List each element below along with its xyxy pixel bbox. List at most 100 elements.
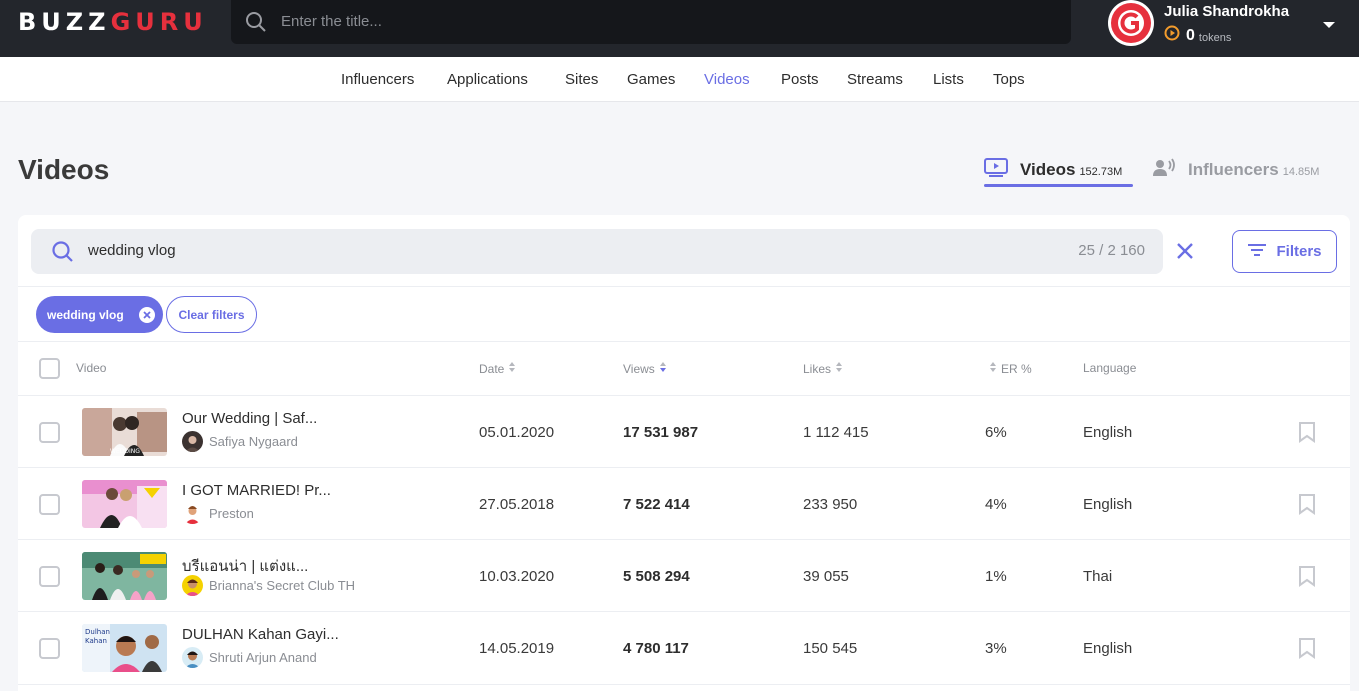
logo[interactable]: BUZZGURU <box>18 9 208 35</box>
table-row[interactable]: I GOT MARRIED! Pr... Preston 27.05.2018 … <box>18 467 1350 539</box>
table-row[interactable]: Dulhan Kahan DULHAN Kahan Gayi... Shruti … <box>18 611 1350 683</box>
filter-icon <box>1247 242 1267 262</box>
channel-name[interactable]: Preston <box>209 506 254 521</box>
column-header-views[interactable]: Views <box>623 361 667 376</box>
clear-search-icon[interactable] <box>1174 240 1196 267</box>
video-thumbnail[interactable] <box>82 552 167 600</box>
channel-avatar[interactable] <box>182 647 203 668</box>
user-avatar[interactable] <box>1108 0 1154 46</box>
column-views-label: Views <box>623 361 655 376</box>
bookmark-icon[interactable] <box>1298 421 1316 448</box>
nav-influencers[interactable]: Influencers <box>341 71 414 88</box>
channel-name[interactable]: Brianna's Secret Club TH <box>209 578 355 593</box>
table-row[interactable]: บรีแอนน่า | แต่งแ... Brianna's Secret Cl… <box>18 539 1350 611</box>
row-checkbox[interactable] <box>39 566 60 587</box>
search-icon <box>245 11 267 38</box>
sort-icon <box>508 361 516 376</box>
chevron-down-icon[interactable] <box>1322 17 1336 35</box>
cell-likes: 150 545 <box>803 640 858 657</box>
tab-videos-count: 152.73M <box>1079 166 1123 178</box>
column-header-er[interactable]: ER % <box>989 361 1032 376</box>
column-likes-label: Likes <box>803 361 832 376</box>
tokens-balance[interactable]: 0 tokens <box>1164 25 1231 46</box>
select-all-checkbox[interactable] <box>39 358 60 379</box>
video-title[interactable]: Our Wedding | Saf... <box>182 410 317 427</box>
nav-streams[interactable]: Streams <box>847 71 903 88</box>
row-checkbox[interactable] <box>39 494 60 515</box>
tab-influencers-label: Influencers <box>1188 160 1279 179</box>
cell-language: Thai <box>1083 568 1113 585</box>
table-row[interactable]: WEDDING Our Wedding | Saf... Safiya Nyga… <box>18 395 1350 467</box>
column-date-label: Date <box>479 361 505 376</box>
user-name[interactable]: Julia Shandrokha <box>1164 3 1289 20</box>
cell-likes: 1 112 415 <box>803 424 869 441</box>
column-header-date[interactable]: Date <box>479 361 516 376</box>
nav-posts[interactable]: Posts <box>781 71 819 88</box>
cell-language: English <box>1083 640 1133 657</box>
logo-text-guru: GURU <box>110 8 208 36</box>
nav-games[interactable]: Games <box>627 71 675 88</box>
sort-icon <box>835 361 843 376</box>
column-header-likes[interactable]: Likes <box>803 361 843 376</box>
sort-icon <box>989 361 997 376</box>
video-thumbnail[interactable]: WEDDING <box>82 408 167 456</box>
row-checkbox[interactable] <box>39 422 60 443</box>
page-title: Videos <box>18 154 110 185</box>
cell-date: 05.01.2020 <box>479 424 555 441</box>
cell-er: 3% <box>985 640 1007 657</box>
search-icon <box>51 240 75 269</box>
video-title[interactable]: บรีแอนน่า | แต่งแ... <box>182 554 308 578</box>
cell-date: 27.05.2018 <box>479 496 555 513</box>
logo-text-buzz: BUZZ <box>18 8 111 36</box>
video-title[interactable]: DULHAN Kahan Gayi... <box>182 626 339 643</box>
top-bar: BUZZGURU Enter the title... Julia Shandr… <box>0 0 1359 57</box>
nav-applications[interactable]: Applications <box>447 71 528 88</box>
video-thumbnail[interactable]: Dulhan Kahan <box>82 624 167 672</box>
tab-influencers[interactable]: Influencers 14.85M <box>1152 155 1319 180</box>
filter-chip[interactable]: wedding vlog <box>36 296 163 333</box>
cell-er: 6% <box>985 424 1007 441</box>
cell-language: English <box>1083 496 1133 513</box>
remove-chip-icon[interactable] <box>138 306 155 323</box>
column-header-video: Video <box>76 361 106 375</box>
cell-views: 17 531 987 <box>623 424 699 441</box>
bookmark-icon[interactable] <box>1298 493 1316 520</box>
video-search-input[interactable]: wedding vlog 25 / 2 160 <box>31 229 1163 274</box>
column-header-language: Language <box>1083 361 1136 375</box>
channel-name[interactable]: Shruti Arjun Anand <box>209 650 317 665</box>
svg-text:Dulhan: Dulhan <box>85 628 110 636</box>
cell-date: 10.03.2020 <box>479 568 555 585</box>
influencer-icon <box>1152 158 1176 183</box>
video-thumbnail[interactable] <box>82 480 167 528</box>
column-video-label: Video <box>76 361 107 375</box>
bookmark-icon[interactable] <box>1298 637 1316 664</box>
tab-influencers-count: 14.85M <box>1282 166 1320 178</box>
svg-text:WEDDING: WEDDING <box>110 448 140 455</box>
nav-sites[interactable]: Sites <box>565 71 598 88</box>
cell-likes: 39 055 <box>803 568 849 585</box>
cell-er: 1% <box>985 568 1007 585</box>
column-language-label: Language <box>1083 361 1137 375</box>
clear-filters-button[interactable]: Clear filters <box>166 296 257 333</box>
bookmark-icon[interactable] <box>1298 565 1316 592</box>
video-title[interactable]: I GOT MARRIED! Pr... <box>182 482 331 499</box>
nav-tops[interactable]: Tops <box>993 71 1025 88</box>
nav-videos[interactable]: Videos <box>704 71 750 88</box>
row-checkbox[interactable] <box>39 638 60 659</box>
channel-avatar[interactable] <box>182 431 203 452</box>
cell-likes: 233 950 <box>803 496 858 513</box>
filters-button[interactable]: Filters <box>1232 230 1337 273</box>
channel-avatar[interactable] <box>182 575 203 596</box>
global-search-input[interactable]: Enter the title... <box>231 0 1071 44</box>
search-query: wedding vlog <box>88 242 176 259</box>
video-icon <box>984 158 1008 183</box>
channel-name[interactable]: Safiya Nygaard <box>209 434 298 449</box>
column-er-label: ER % <box>1001 361 1032 376</box>
cell-views: 4 780 117 <box>623 640 689 657</box>
results-count: 25 / 2 160 <box>1078 242 1145 259</box>
tab-videos[interactable]: Videos 152.73M <box>984 155 1122 180</box>
cell-language: English <box>1083 424 1133 441</box>
nav-lists[interactable]: Lists <box>933 71 964 88</box>
channel-avatar[interactable] <box>182 503 203 524</box>
global-search-placeholder: Enter the title... <box>281 13 382 30</box>
